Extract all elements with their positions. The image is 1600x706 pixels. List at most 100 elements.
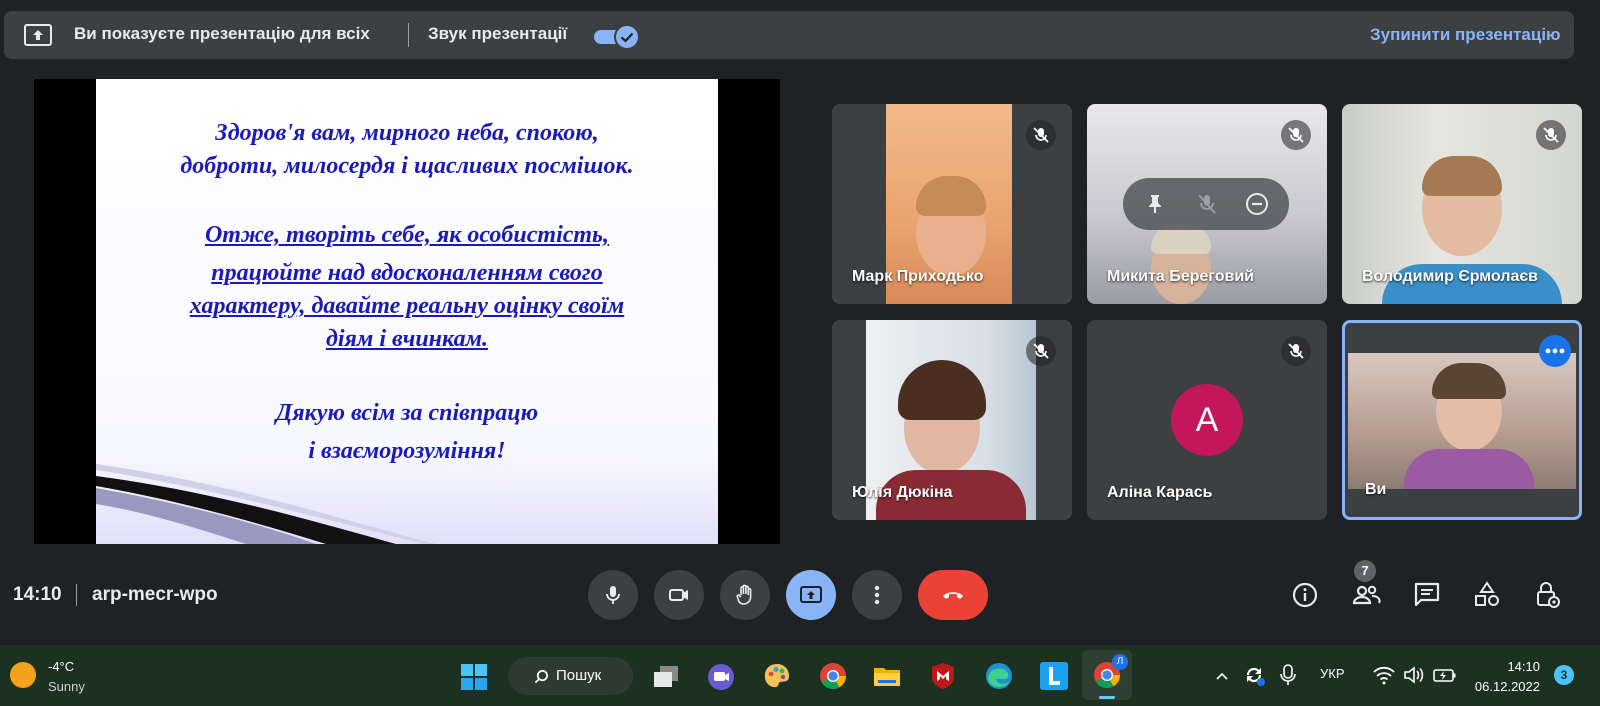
muted-indicator [1536, 120, 1566, 150]
keyboard-language[interactable]: УКР [1320, 666, 1345, 681]
slide-line: Отже, творіть себе, як особистість, [204, 222, 610, 248]
wifi-icon[interactable] [1372, 665, 1396, 685]
weather-description[interactable]: Sunny [48, 679, 85, 694]
remove-participant-icon[interactable] [1245, 192, 1269, 216]
camera-icon [669, 589, 688, 601]
presentation-banner: Ви показуєте презентацію для всіх Звук п… [4, 11, 1574, 59]
presenting-message: Ви показуєте презентацію для всіх [74, 24, 370, 43]
file-explorer-icon[interactable] [872, 661, 902, 691]
more-options-button[interactable] [852, 570, 902, 620]
muted-indicator [1281, 120, 1311, 150]
muted-indicator [1026, 336, 1056, 366]
chat-icon[interactable] [1412, 580, 1442, 610]
self-video [1348, 353, 1576, 489]
mute-participant-icon[interactable] [1195, 192, 1219, 216]
participant-tile[interactable]: Марк Приходько [832, 104, 1072, 304]
mic-off-icon [1288, 343, 1304, 359]
more-options-button[interactable] [1539, 335, 1571, 367]
slide-line: діям і вчинкам. [325, 326, 489, 352]
mcafee-icon[interactable] [928, 661, 958, 691]
presentation-slide: Здоров'я вам, мирного неба, спокою, добр… [96, 79, 718, 544]
muted-indicator [1281, 336, 1311, 366]
participant-name: Володимир Єрмолаєв [1362, 268, 1539, 285]
participant-name: Марк Приходько [852, 268, 984, 285]
edge-icon[interactable] [984, 661, 1014, 691]
banner-divider [408, 23, 409, 47]
participant-tile[interactable]: Володимир Єрмолаєв [1342, 104, 1582, 304]
start-icon[interactable] [460, 663, 488, 691]
weather-temperature[interactable]: -4°C [48, 659, 74, 674]
end-call-icon [943, 592, 963, 599]
chrome-profile-taskbar-item[interactable]: Л [1082, 650, 1132, 700]
sync-icon[interactable] [1242, 663, 1266, 687]
task-view-icon[interactable] [652, 663, 680, 691]
meeting-clock: 14:10 [13, 584, 62, 605]
presentation-audio-label: Звук презентації [428, 24, 568, 43]
notifications-badge[interactable]: 3 [1554, 665, 1574, 685]
microphone-icon [606, 586, 620, 604]
microphone-tray-icon[interactable] [1278, 663, 1298, 687]
search-icon [534, 670, 548, 684]
presentation-audio-toggle[interactable] [594, 24, 642, 50]
windows-taskbar: -4°C Sunny Пошук Л УКР 14:10 06.12.2022 … [0, 645, 1600, 706]
search-label: Пошук [556, 667, 602, 684]
mic-off-icon [1543, 127, 1559, 143]
camera-button[interactable] [654, 570, 704, 620]
volume-icon[interactable] [1402, 665, 1426, 685]
slide-decoration [96, 464, 436, 544]
host-controls-icon[interactable] [1532, 580, 1562, 610]
slide-line: працюйте над вдосконаленням свого [211, 260, 603, 286]
slide-line: характеру, давайте реальну оцінку своїм [189, 293, 625, 319]
raise-hand-icon [736, 584, 752, 605]
chevron-up-icon[interactable] [1214, 668, 1230, 684]
tile-hover-controls [1123, 178, 1289, 230]
participant-hair [1422, 156, 1502, 196]
present-button[interactable] [786, 570, 836, 620]
participant-hair [916, 176, 986, 216]
taskbar-time[interactable]: 14:10 [1500, 659, 1540, 674]
weather-sun-icon[interactable] [10, 662, 36, 688]
more-options-icon [874, 585, 880, 605]
mic-off-icon [1033, 343, 1049, 359]
battery-icon[interactable] [1432, 665, 1458, 685]
profile-badge: Л [1112, 654, 1128, 670]
participant-name: Ви [1365, 481, 1387, 498]
active-app-indicator [1099, 696, 1115, 699]
self-shirt [1404, 449, 1534, 489]
slide-line: доброти, милосердя і щасливих посмішок. [180, 153, 634, 179]
meeting-code: arp-mecr-wpo [92, 584, 218, 605]
more-horizontal-icon [1545, 348, 1565, 354]
chrome-icon[interactable] [818, 661, 848, 691]
slide-line: Здоров'я вам, мирного неба, спокою, [215, 120, 599, 146]
muted-indicator [1026, 120, 1056, 150]
activities-icon[interactable] [1472, 580, 1502, 610]
shared-screen: Здоров'я вам, мирного неба, спокою, добр… [34, 79, 780, 544]
check-icon [620, 32, 634, 43]
participant-tile[interactable]: Микита Береговий [1087, 104, 1327, 304]
pin-icon[interactable] [1143, 192, 1167, 216]
mic-off-icon [1033, 127, 1049, 143]
participant-tile[interactable]: Юлія Дюкіна [832, 320, 1072, 520]
microphone-button[interactable] [588, 570, 638, 620]
stop-presenting-button[interactable]: Зупинити презентацію [1370, 25, 1561, 45]
clock-divider [76, 584, 77, 606]
participant-tile[interactable]: A Аліна Карась [1087, 320, 1327, 520]
participant-hair [898, 360, 986, 420]
self-hair [1432, 363, 1506, 399]
slide-line: Дякую всім за співпрацю [275, 400, 539, 426]
participant-name: Юлія Дюкіна [852, 484, 953, 501]
people-icon[interactable] [1351, 580, 1381, 610]
self-tile[interactable]: Ви [1342, 320, 1582, 520]
participant-name: Микита Береговий [1107, 268, 1254, 285]
teams-chat-icon[interactable] [706, 662, 736, 692]
end-call-button[interactable] [918, 570, 988, 620]
raise-hand-button[interactable] [720, 570, 770, 620]
taskbar-search[interactable]: Пошук [508, 657, 633, 695]
people-count-badge: 7 [1354, 560, 1376, 582]
launcher-l-icon[interactable] [1039, 661, 1069, 691]
taskbar-date[interactable]: 06.12.2022 [1466, 679, 1540, 694]
paint-icon[interactable] [762, 661, 792, 691]
participant-name: Аліна Карась [1107, 484, 1213, 501]
info-icon[interactable] [1290, 580, 1320, 610]
toggle-knob [614, 24, 640, 50]
